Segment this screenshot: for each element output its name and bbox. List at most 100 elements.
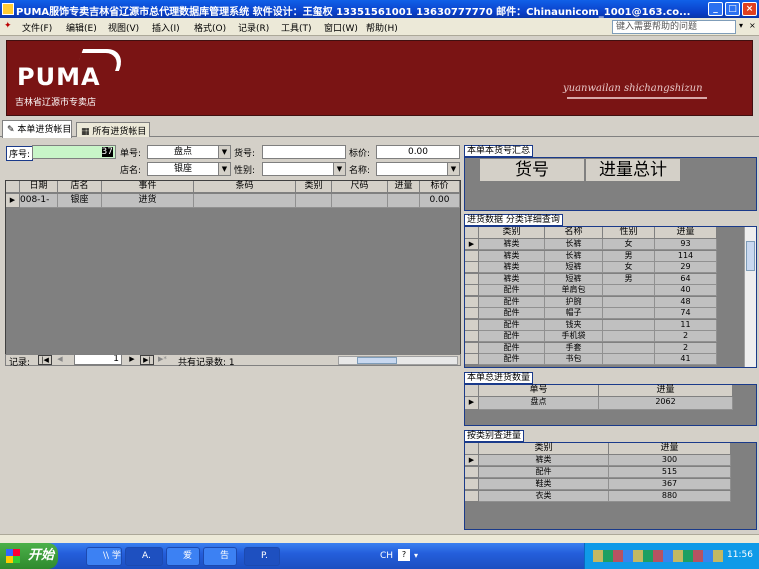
cell-shop[interactable]: 银座 <box>58 194 102 208</box>
cat-cell-qty[interactable]: 300 <box>609 455 731 466</box>
detail-cell-name[interactable]: 短裤 <box>545 262 603 273</box>
row-selector[interactable] <box>465 285 479 296</box>
help-search-input[interactable]: 键入需要帮助的问题 <box>612 20 736 34</box>
row-selector[interactable] <box>465 319 479 331</box>
detail-cell-qty[interactable]: 114 <box>655 250 717 262</box>
detail-cell-qty[interactable]: 74 <box>655 308 717 319</box>
detail-cell-qty[interactable]: 48 <box>655 296 717 308</box>
maximize-button[interactable]: □ <box>725 2 740 16</box>
detail-cell-gender[interactable]: 男 <box>603 273 655 285</box>
next-record-button[interactable]: ▶ <box>126 355 138 365</box>
detail-cell-gender[interactable] <box>603 308 655 319</box>
cat-cell-category[interactable]: 鞋类 <box>479 479 609 490</box>
prev-record-button[interactable]: ◀ <box>54 355 66 365</box>
cat-cell-category[interactable]: 裤类 <box>479 455 609 466</box>
order-cell-no[interactable]: 盘点 <box>479 397 599 410</box>
chevron-down-icon[interactable]: ▼ <box>333 163 345 175</box>
row-selector-icon[interactable]: ▶ <box>465 397 479 410</box>
cell-barcode[interactable] <box>194 194 296 208</box>
row-selector[interactable] <box>465 250 479 262</box>
vertical-scrollbar[interactable] <box>744 227 756 367</box>
order-combo[interactable]: 盘点 ▼ <box>147 145 231 159</box>
language-indicator[interactable]: CH <box>380 551 393 561</box>
doc-close-icon[interactable]: × <box>749 21 756 30</box>
row-selector-icon[interactable]: ▶ <box>465 239 479 250</box>
seq-field[interactable]: 37 <box>32 145 116 159</box>
detail-cell-category[interactable]: 配件 <box>479 354 545 365</box>
detail-cell-name[interactable]: 短裤 <box>545 273 603 285</box>
detail-cell-name[interactable]: 帽子 <box>545 308 603 319</box>
price-field[interactable]: 0.00 <box>376 145 460 159</box>
menu-tools[interactable]: 工具(T) <box>281 21 312 34</box>
cat-cell-category[interactable]: 衣类 <box>479 491 609 502</box>
task-button-5[interactable]: P. <box>244 547 280 566</box>
cat-cell-qty[interactable]: 880 <box>609 491 731 502</box>
detail-cell-gender[interactable] <box>603 331 655 342</box>
row-selector[interactable] <box>465 342 479 354</box>
minimize-button[interactable]: _ <box>708 2 723 16</box>
row-selector[interactable] <box>465 262 479 273</box>
chevron-down-icon[interactable]: ▼ <box>218 146 230 158</box>
detail-cell-gender[interactable]: 女 <box>603 262 655 273</box>
detail-cell-qty[interactable]: 93 <box>655 239 717 250</box>
cell-date[interactable]: 008-1- <box>20 194 58 208</box>
ime-menu-icon[interactable]: ▾ <box>414 551 418 560</box>
detail-col-gender[interactable]: 性别 <box>603 227 655 239</box>
detail-cell-qty[interactable]: 40 <box>655 285 717 296</box>
tab-current-order[interactable]: ✎ 本单进货帐目 <box>2 120 72 138</box>
cell-price[interactable]: 0.00 <box>420 194 460 208</box>
task-button-4[interactable]: 告 <box>203 547 237 566</box>
detail-cell-name[interactable]: 手套 <box>545 342 603 354</box>
row-selector[interactable] <box>465 308 479 319</box>
row-selector-icon[interactable]: ▶ <box>465 455 479 466</box>
detail-cell-category[interactable]: 配件 <box>479 296 545 308</box>
current-record-field[interactable]: 1 <box>74 354 122 365</box>
menu-format[interactable]: 格式(O) <box>194 21 226 34</box>
detail-cell-gender[interactable] <box>603 319 655 331</box>
chevron-down-icon[interactable]: ▼ <box>447 163 459 175</box>
help-dropdown-icon[interactable]: ▾ <box>739 21 743 30</box>
detail-cell-qty[interactable]: 2 <box>655 342 717 354</box>
help-icon[interactable]: ? <box>398 549 410 561</box>
detail-cell-qty[interactable]: 29 <box>655 262 717 273</box>
cat-cell-category[interactable]: 配件 <box>479 467 609 478</box>
cell-event[interactable]: 进货 <box>102 194 194 208</box>
detail-cell-category[interactable]: 裤类 <box>479 262 545 273</box>
scroll-thumb[interactable] <box>746 241 755 271</box>
detail-cell-category[interactable]: 配件 <box>479 331 545 342</box>
tab-all-orders[interactable]: ▦ 所有进货帐目 <box>76 122 150 137</box>
cat-cell-qty[interactable]: 367 <box>609 479 731 490</box>
row-selector[interactable] <box>465 273 479 285</box>
detail-cell-name[interactable]: 长裤 <box>545 250 603 262</box>
detail-cell-category[interactable]: 配件 <box>479 285 545 296</box>
detail-cell-gender[interactable] <box>603 342 655 354</box>
cell-category[interactable] <box>296 194 332 208</box>
detail-cell-category[interactable]: 配件 <box>479 342 545 354</box>
detail-col-category[interactable]: 类别 <box>479 227 545 239</box>
detail-cell-qty[interactable]: 2 <box>655 331 717 342</box>
start-button[interactable]: 开始 <box>0 543 58 569</box>
row-selector-icon[interactable]: ▶ <box>6 194 20 208</box>
detail-cell-gender[interactable]: 男 <box>603 250 655 262</box>
cell-qty[interactable] <box>388 194 420 208</box>
col-qty[interactable]: 进量 <box>388 181 420 193</box>
menu-records[interactable]: 记录(R) <box>238 21 269 34</box>
menu-window[interactable]: 窗口(W) <box>324 21 358 34</box>
detail-col-name[interactable]: 名称 <box>545 227 603 239</box>
horizontal-scrollbar[interactable] <box>338 356 458 365</box>
detail-cell-qty[interactable]: 64 <box>655 273 717 285</box>
detail-cell-name[interactable]: 单肩包 <box>545 285 603 296</box>
detail-cell-category[interactable]: 配件 <box>479 319 545 331</box>
row-selector[interactable] <box>465 479 479 490</box>
row-selector[interactable] <box>465 491 479 502</box>
tray-icons[interactable] <box>593 550 723 562</box>
item-field[interactable] <box>262 145 346 159</box>
name-combo[interactable]: ▼ <box>376 162 460 176</box>
task-button-2[interactable]: A. <box>125 547 163 566</box>
first-record-button[interactable]: |◀ <box>38 355 52 365</box>
menu-edit[interactable]: 编辑(E) <box>66 21 97 34</box>
cat-cell-qty[interactable]: 515 <box>609 467 731 478</box>
col-event[interactable]: 事件 <box>102 181 194 193</box>
order-cell-qty[interactable]: 2062 <box>599 397 733 410</box>
shop-combo[interactable]: 银座 ▼ <box>147 162 231 176</box>
